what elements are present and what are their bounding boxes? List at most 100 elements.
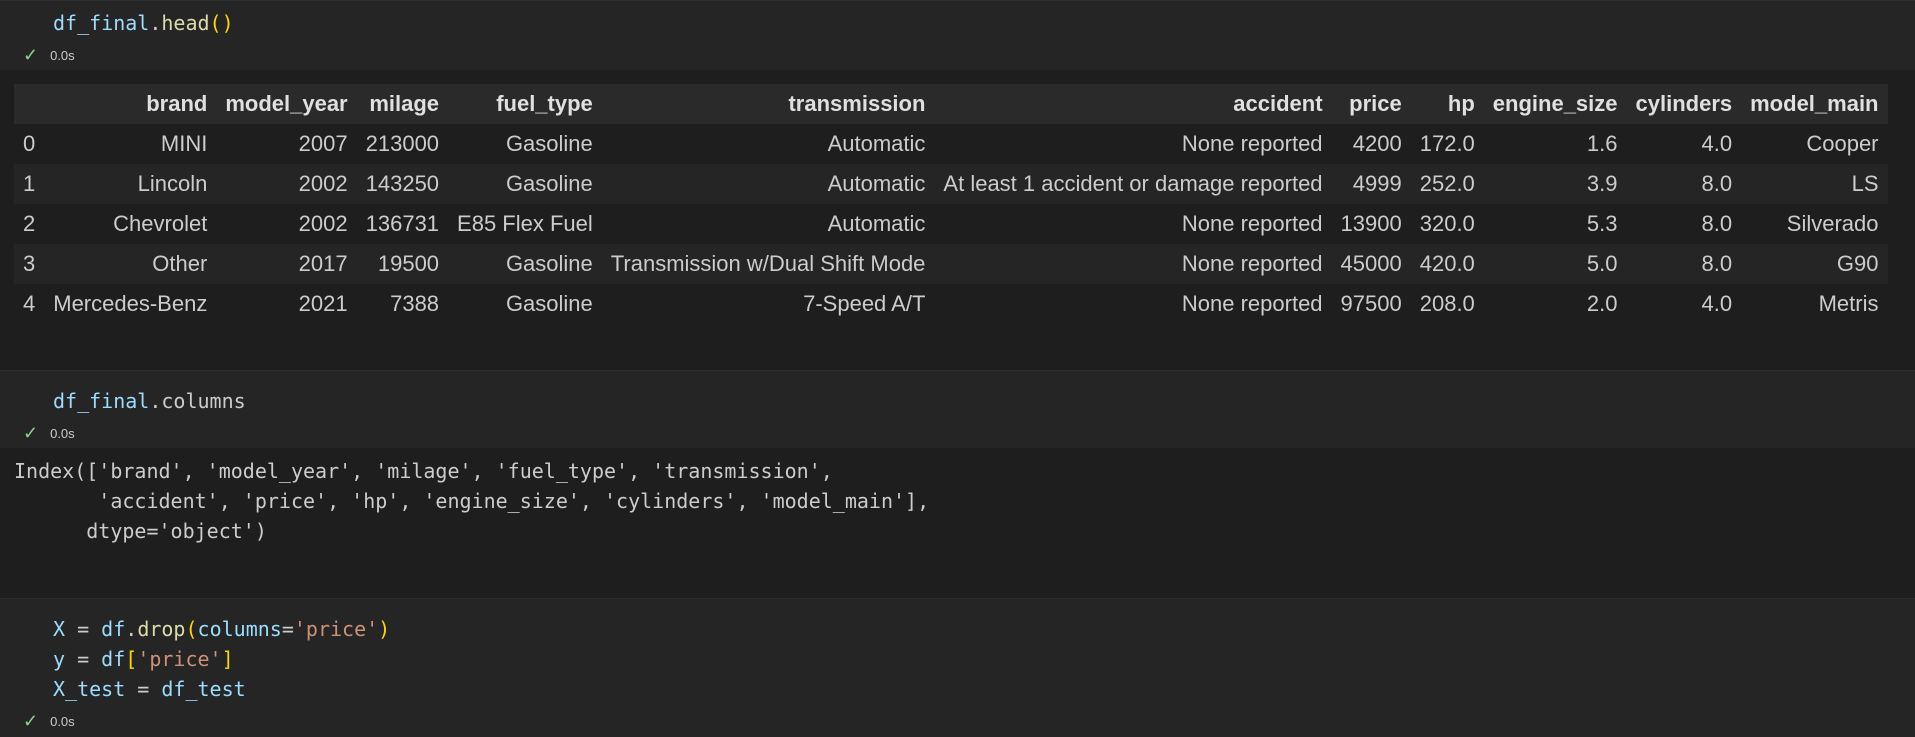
output-line: 'accident', 'price', 'hp', 'engine_size'… (14, 489, 930, 513)
table-cell: Gasoline (505, 171, 593, 196)
table-cell: 252.0 (1419, 171, 1475, 196)
table-cell: 143250 (365, 171, 440, 196)
table-cell: 8.0 (1701, 171, 1733, 196)
code-token-variable: df (101, 617, 126, 641)
column-header: model_year (225, 91, 348, 116)
table-cell: Lincoln (137, 171, 208, 196)
table-cell: 213000 (365, 131, 440, 156)
table-cell: 136731 (365, 211, 440, 236)
code-token-dot: . (149, 11, 162, 35)
table-cell: 4999 (1352, 171, 1402, 196)
code-token-operator: = (125, 677, 162, 701)
code-token-variable: df (101, 647, 126, 671)
code-token-paren: ( (185, 617, 198, 641)
table-cell: At least 1 accident or damage reported (943, 171, 1323, 196)
table-cell: Metris (1818, 291, 1879, 316)
code-line[interactable]: df_final.head() (53, 8, 234, 38)
code-cell-columns[interactable]: df_final.columns ✓ 0.0s (0, 370, 1915, 449)
table-cell: E85 Flex Fuel (457, 211, 593, 236)
table-row: 3 Other 2017 19500 Gasoline Transmission w/Du… (14, 244, 1888, 284)
code-line[interactable]: y = df['price'] (53, 644, 234, 674)
table-cell: Gasoline (505, 131, 593, 156)
row-index: 2 (23, 211, 36, 236)
code-token-string: 'price' (293, 617, 379, 641)
code-line[interactable]: X = df.drop(columns='price') (53, 614, 390, 644)
check-icon: ✓ (23, 423, 39, 443)
code-token-operator: = (65, 647, 102, 671)
code-token-variable: X (53, 617, 66, 641)
table-cell: LS (1851, 171, 1879, 196)
table-row: 4 Mercedes-Benz 2021 7388 Gasoline 7-Speed A/… (14, 284, 1888, 324)
code-token-variable: df_final (53, 11, 150, 35)
table-cell: 97500 (1340, 291, 1402, 316)
column-header: engine_size (1492, 91, 1618, 116)
table-cell: 320.0 (1419, 211, 1475, 236)
table-cell: None reported (1181, 251, 1323, 276)
index-header (14, 84, 44, 124)
code-token-param: columns (197, 617, 282, 641)
row-index: 3 (23, 251, 36, 276)
column-header: milage (369, 91, 440, 116)
table-cell: 8.0 (1701, 211, 1733, 236)
code-token-variable: df_final (53, 389, 150, 413)
column-header: transmission (788, 91, 926, 116)
row-index: 0 (23, 131, 36, 156)
table-cell: 4200 (1352, 131, 1402, 156)
column-header: price (1349, 91, 1402, 116)
output-line: Index(['brand', 'model_year', 'milage', … (14, 459, 833, 483)
table-cell: 7388 (390, 291, 440, 316)
code-token-bracket: [ (125, 647, 138, 671)
code-cell-head[interactable]: df_final.head() ✓ 0.0s (0, 0, 1915, 71)
check-icon: ✓ (23, 711, 39, 731)
column-header: brand (146, 91, 208, 116)
table-cell: 3.9 (1586, 171, 1618, 196)
table-cell: Silverado (1786, 211, 1879, 236)
table-cell: Automatic (827, 211, 926, 236)
execution-time: 0.0s (50, 47, 75, 63)
code-token-method: head (161, 11, 210, 35)
code-line[interactable]: X_test = df_test (53, 674, 246, 704)
table-cell: 1.6 (1586, 131, 1618, 156)
code-token-bracket: ] (221, 647, 234, 671)
table-cell: 2002 (298, 211, 348, 236)
table-row: 1 Lincoln 2002 143250 Gasoline Automatic At le… (14, 164, 1888, 204)
code-token-operator: = (281, 617, 294, 641)
table-cell: 5.0 (1586, 251, 1618, 276)
table-cell: Other (152, 251, 208, 276)
table-cell: Chevrolet (113, 211, 208, 236)
column-header: hp (1447, 91, 1475, 116)
table-cell: MINI (160, 131, 208, 156)
table-cell: 8.0 (1701, 251, 1733, 276)
code-cell-split[interactable]: X = df.drop(columns='price') y = df['pri… (0, 598, 1915, 737)
table-cell: 2002 (298, 171, 348, 196)
row-index: 4 (23, 291, 36, 316)
row-index: 1 (23, 171, 36, 196)
table-cell: None reported (1181, 131, 1323, 156)
output-dataframe: brand model_year milage fuel_type transmissi… (0, 70, 1915, 370)
output-line: dtype='object') (14, 519, 267, 543)
table-cell: 45000 (1340, 251, 1402, 276)
table-cell: 19500 (377, 251, 440, 276)
table-cell: Gasoline (505, 291, 593, 316)
table-cell: Automatic (827, 131, 926, 156)
table-cell: 2017 (298, 251, 348, 276)
code-line[interactable]: df_final.columns (53, 386, 246, 416)
output-text: Index(['brand', 'model_year', 'milage', … (0, 448, 1915, 598)
execution-status: ✓ 0.0s (23, 45, 75, 65)
table-row: 0 MINI 2007 213000 Gasoline Automatic None rep… (14, 124, 1888, 164)
table-cell: 5.3 (1586, 211, 1618, 236)
dataframe-table: brand model_year milage fuel_type transmissi… (14, 84, 1888, 324)
table-cell: Transmission w/Dual Shift Mode (610, 251, 926, 276)
code-token-paren: ( (209, 11, 222, 35)
table-cell: Mercedes-Benz (53, 291, 208, 316)
column-header: cylinders (1635, 91, 1733, 116)
table-cell: None reported (1181, 211, 1323, 236)
table-cell: Cooper (1806, 131, 1879, 156)
code-token-method: drop (137, 617, 186, 641)
column-header: model_main (1750, 91, 1879, 116)
table-cell: 208.0 (1419, 291, 1475, 316)
code-token-dot: . (125, 617, 138, 641)
table-cell: Gasoline (505, 251, 593, 276)
execution-status: ✓ 0.0s (23, 423, 75, 443)
code-token-paren: ) (221, 11, 234, 35)
